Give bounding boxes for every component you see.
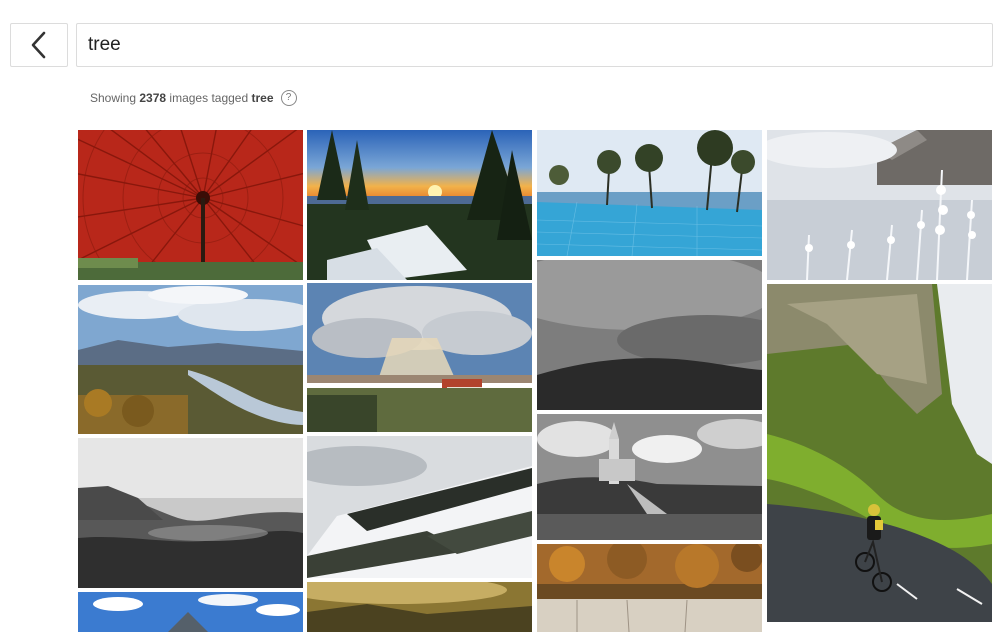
gallery-image-lake-bled[interactable] <box>537 414 762 540</box>
summary-prefix: Showing <box>90 91 137 105</box>
gallery-image-dark-hill[interactable] <box>537 260 762 410</box>
sunset-pines-image <box>307 130 532 280</box>
help-icon[interactable]: ? <box>280 90 297 106</box>
search-box[interactable] <box>76 23 993 67</box>
gallery-image-red-umbrella[interactable] <box>78 130 303 280</box>
gallery-image-foggy-forest[interactable] <box>78 438 303 588</box>
storm-cloud-image <box>307 283 532 432</box>
red-umbrella-image <box>78 130 303 280</box>
gallery-image-infinity-pool[interactable] <box>537 130 762 256</box>
search-input[interactable] <box>77 24 992 66</box>
gallery-image-frosted-plants[interactable] <box>767 130 992 280</box>
lake-bled-image <box>537 414 762 540</box>
gallery-image-autumn-waterfall[interactable] <box>537 544 762 632</box>
gallery-image-lake-valley[interactable] <box>78 285 303 434</box>
golden-valley-image <box>307 582 532 632</box>
autumn-waterfall-image <box>537 544 762 632</box>
snowy-slope-image <box>307 436 532 578</box>
result-summary: Showing 2378 images tagged tree ? <box>90 89 297 107</box>
tag-name: tree <box>251 91 274 105</box>
foggy-forest-image <box>78 438 303 588</box>
gallery-image-golden-valley[interactable] <box>307 582 532 632</box>
image-count: 2378 <box>139 91 167 105</box>
gallery-image-blue-sky[interactable] <box>78 592 303 632</box>
back-button[interactable] <box>10 23 68 67</box>
lake-valley-image <box>78 285 303 434</box>
gallery-image-storm-cloud[interactable] <box>307 283 532 432</box>
gallery-image-snowy-slope[interactable] <box>307 436 532 578</box>
cyclist-road-image <box>767 284 992 622</box>
dark-hill-image <box>537 260 762 410</box>
infinity-pool-image <box>537 130 762 256</box>
summary-middle: images tagged <box>169 91 249 105</box>
gallery-image-cyclist-road[interactable] <box>767 284 992 622</box>
blue-sky-image <box>78 592 303 632</box>
gallery-image-sunset-pines[interactable] <box>307 130 532 280</box>
chevron-left-icon <box>31 31 46 59</box>
frosted-plants-image <box>767 130 992 280</box>
